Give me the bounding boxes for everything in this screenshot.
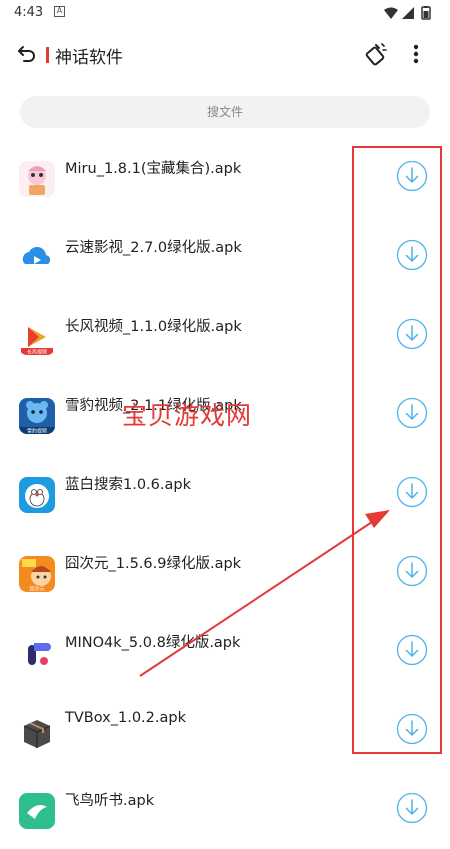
mino-app-icon	[19, 635, 55, 671]
app-icon-caption: 囧次元	[29, 586, 44, 593]
annotation-highlight-box	[352, 146, 442, 754]
file-name: MINO4k_5.0.8绿化版.apk	[65, 635, 241, 651]
status-icons	[384, 6, 431, 20]
file-name: TVBox_1.0.2.apk	[65, 710, 186, 726]
file-row[interactable]: 飞鸟听书.apk	[0, 770, 450, 849]
download-button[interactable]	[396, 792, 428, 824]
jiongciyuan-app-icon: 囧次元	[19, 556, 55, 592]
more-options-button[interactable]	[408, 41, 424, 67]
signal-icon	[402, 7, 414, 19]
watermark-text: 宝贝游戏网	[122, 401, 253, 430]
search-input[interactable]: 搜文件	[20, 96, 430, 128]
changfeng-app-icon: 长风视频	[19, 319, 55, 355]
battery-icon	[421, 6, 431, 20]
miru-app-icon	[19, 161, 55, 197]
page-title: 神话软件	[55, 48, 123, 68]
tvbox-app-icon	[19, 714, 55, 750]
file-name: Miru_1.8.1(宝藏集合).apk	[65, 161, 242, 177]
lanbai-app-icon	[19, 477, 55, 513]
status-time: 4:43	[14, 5, 44, 20]
back-button[interactable]	[14, 40, 40, 66]
file-name: 云速影视_2.7.0绿化版.apk	[65, 240, 242, 256]
more-vert-icon	[413, 44, 419, 64]
back-icon	[18, 46, 35, 62]
xuebao-app-icon: 雪豹视频	[19, 398, 55, 434]
notification-icon: A	[54, 6, 65, 17]
clean-button[interactable]	[363, 41, 389, 67]
title-accent-bar	[46, 47, 49, 63]
app-icon-caption: 长风视频	[27, 349, 47, 356]
app-bar: 神话软件	[0, 30, 450, 80]
wifi-icon	[384, 7, 398, 19]
file-name: 囧次元_1.5.6.9绿化版.apk	[65, 556, 242, 572]
download-icon	[396, 792, 428, 824]
clean-icon	[365, 43, 387, 66]
app-icon-caption: 雪豹视频	[27, 428, 47, 435]
file-name: 长风视频_1.1.0绿化版.apk	[65, 319, 242, 335]
feiniao-app-icon	[19, 793, 55, 829]
file-name: 蓝白搜索1.0.6.apk	[65, 477, 191, 493]
yunsu-app-icon	[19, 240, 55, 276]
status-bar: 4:43 A	[0, 0, 450, 26]
